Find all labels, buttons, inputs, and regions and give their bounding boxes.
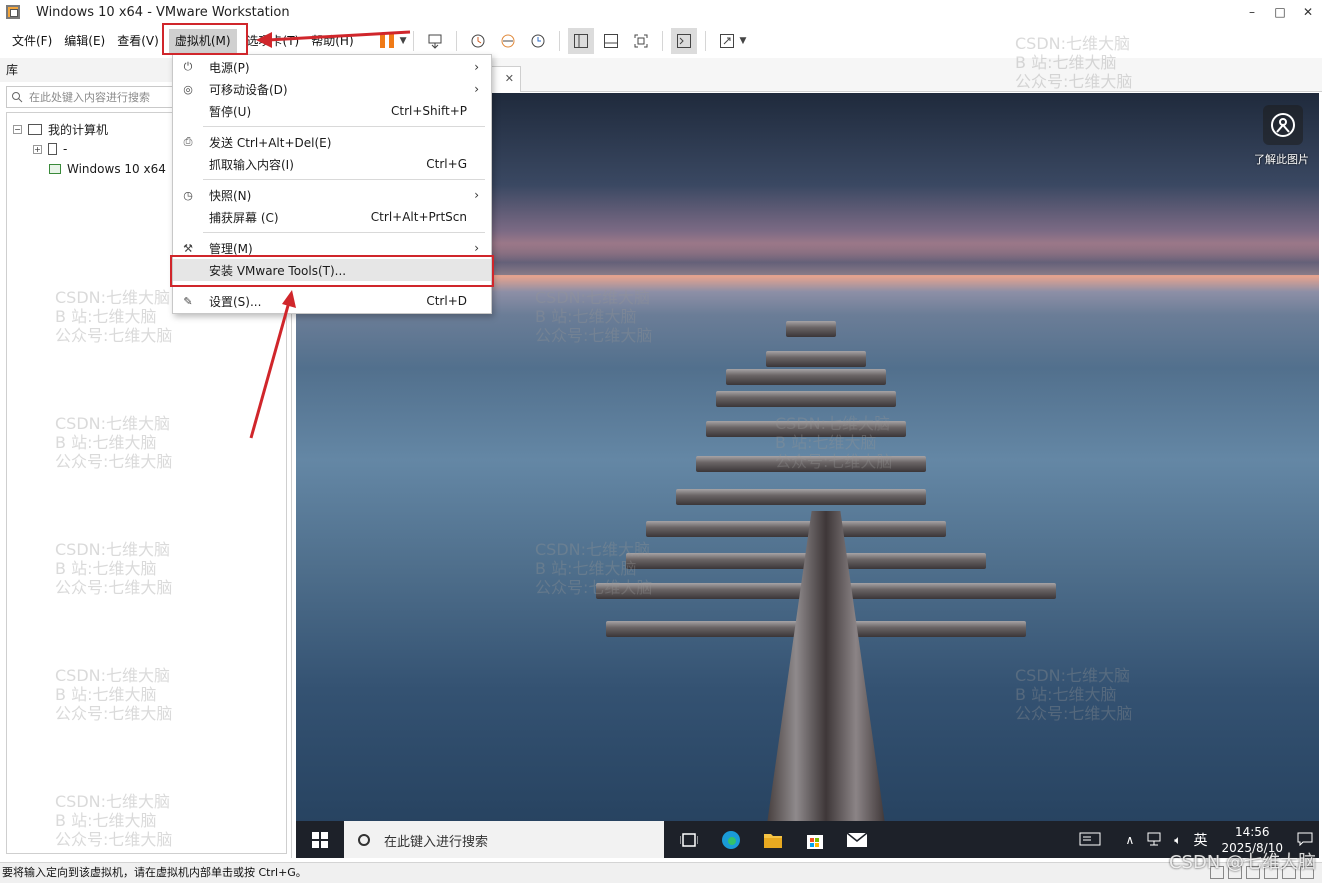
annotation-arrows — [249, 30, 411, 439]
arrow-to-install-tools — [249, 290, 296, 439]
arrow-to-vm-menu — [256, 30, 411, 48]
